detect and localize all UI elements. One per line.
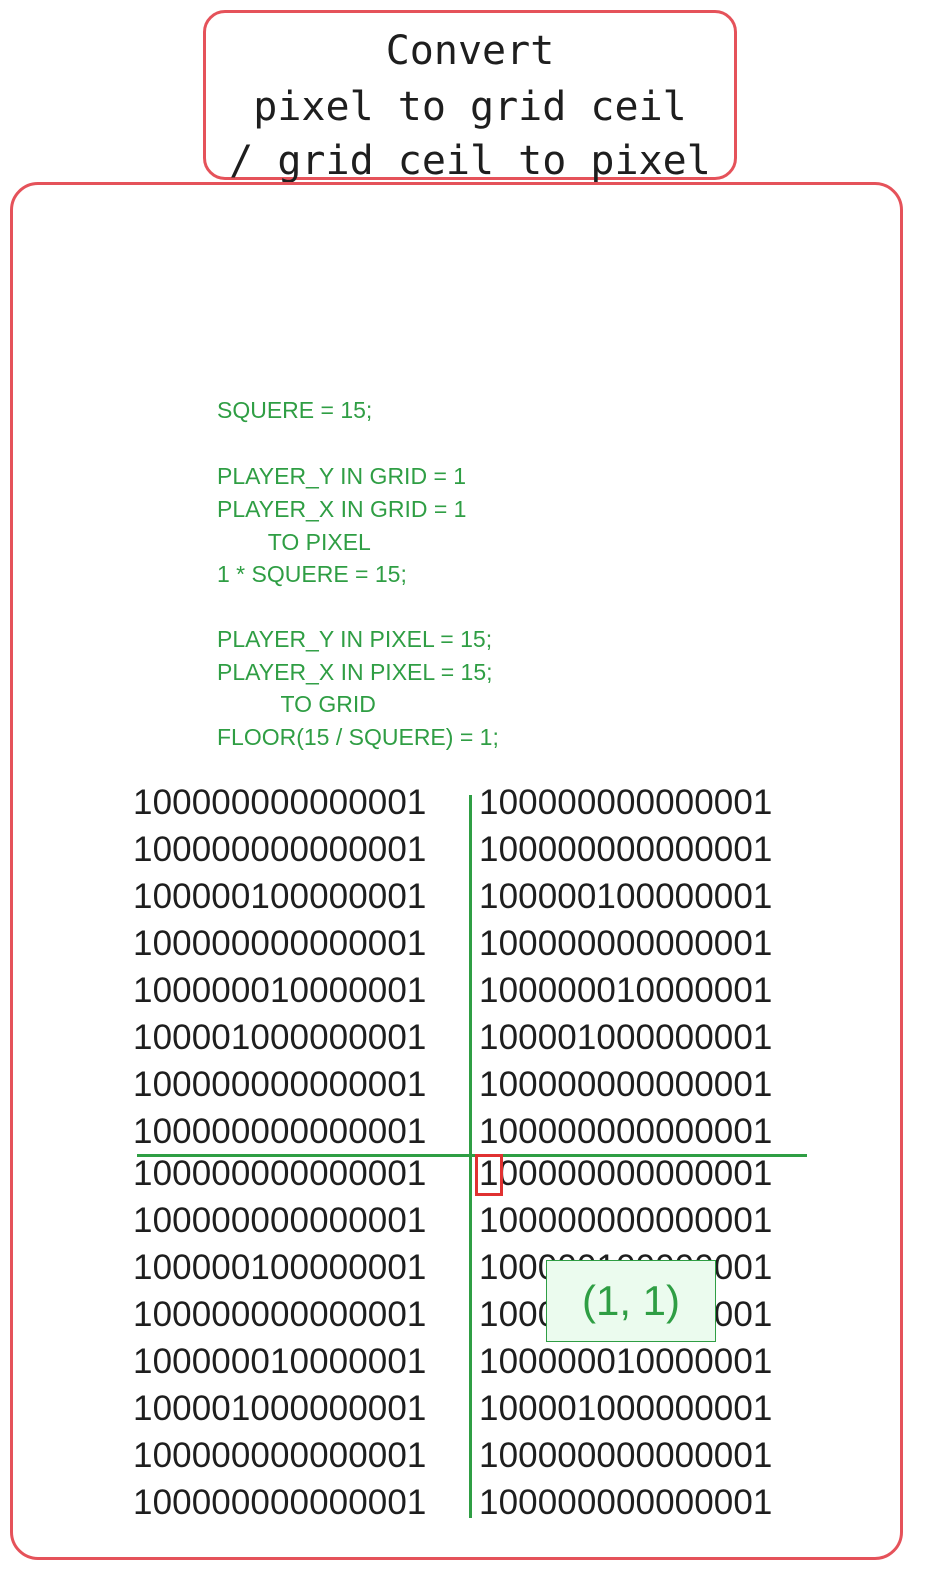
grid-row-left: 100000000000001: [133, 1295, 427, 1334]
grid-row-left: 100000010000001: [133, 971, 427, 1010]
grid-row-left: 100001000000001: [133, 1018, 427, 1057]
grid-row-right: 100000100000001: [479, 877, 773, 916]
grid-row-left: 100000000000001: [133, 1154, 427, 1193]
grid-row-right: 100000000000001: [479, 1436, 773, 1475]
grid-row-left: 100000000000001: [133, 783, 427, 822]
title-box: Convert pixel to grid ceil / grid ceil t…: [203, 10, 737, 184]
grid-row-left: 100000010000001: [133, 1342, 427, 1381]
title-line-3: / grid ceil to pixel: [229, 138, 711, 184]
grid-row-left: 100000000000001: [133, 924, 427, 963]
code-line-player-x-pixel: PLAYER_X IN PIXEL = 15;: [217, 659, 493, 685]
grid-row-right: 100000000000001: [479, 830, 773, 869]
grid-row-right: 100000000000001: [479, 1065, 773, 1104]
grid-row-right: 100000000000001: [479, 783, 773, 822]
grid-row-left: 100001000000001: [133, 1389, 427, 1428]
code-line-player-y-grid: PLAYER_Y IN GRID = 1: [217, 463, 467, 489]
title-line-1: Convert: [385, 28, 555, 74]
code-line-floor: FLOOR(15 / SQUERE) = 1;: [217, 724, 499, 750]
coordinate-label: (1, 1): [546, 1260, 716, 1342]
code-line-squere: SQUERE = 15;: [217, 397, 373, 423]
grid-row-left: 100000000000001: [133, 1201, 427, 1240]
grid-row-left: 100000100000001: [133, 877, 427, 916]
grid-row-left: 100000000000001: [133, 1112, 427, 1151]
grid-row-left: 100000000000001: [133, 1436, 427, 1475]
code-line-multiply: 1 * SQUERE = 15;: [217, 561, 407, 587]
grid-row-right: 100001000000001: [479, 1389, 773, 1428]
highlighted-cell: [475, 1154, 503, 1196]
grid-row-right: 100000000000001: [479, 924, 773, 963]
code-line-player-x-grid: PLAYER_X IN GRID = 1: [217, 496, 467, 522]
grid-row-right: 100001000000001: [479, 1018, 773, 1057]
horizontal-axis-line: [137, 1154, 807, 1157]
code-line-to-grid: TO GRID: [217, 691, 376, 717]
code-line-to-pixel: TO PIXEL: [217, 529, 371, 555]
grid-row-left: 100000000000001: [133, 1065, 427, 1104]
grid-row-left: 100000000000001: [133, 1483, 427, 1522]
grid-row-right: 100000000000001: [479, 1201, 773, 1240]
grid-row-right: 100000010000001: [479, 1342, 773, 1381]
grid-row-right: 100000000000001: [479, 1483, 773, 1522]
grid-row-left: 100000000000001: [133, 830, 427, 869]
grid-row-right: 100000000000001: [479, 1112, 773, 1151]
grid-row-left: 100000100000001: [133, 1248, 427, 1287]
code-line-player-y-pixel: PLAYER_Y IN PIXEL = 15;: [217, 626, 493, 652]
grid-row-right: 100000000000001: [479, 1154, 773, 1193]
grid-row-right: 100000010000001: [479, 971, 773, 1010]
title-line-2: pixel to grid ceil: [253, 84, 687, 130]
